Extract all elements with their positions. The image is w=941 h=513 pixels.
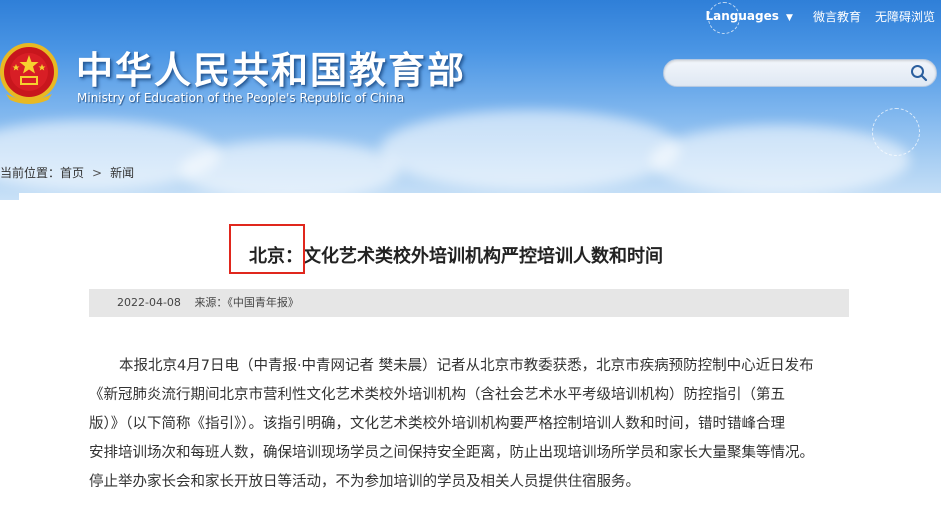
site-title-en: Ministry of Education of the People's Re…	[77, 91, 405, 105]
article-source: 来源：《中国青年报》	[194, 296, 299, 309]
paragraph-line: 版）》（以下简称《指引》）。该指引明确，文化艺术类校外培训机构要严格控制培训人数…	[89, 416, 785, 432]
breadcrumb: 当前位置：首页 > 新闻	[0, 164, 134, 181]
site-title-cn[interactable]: 中华人民共和国教育部	[76, 40, 466, 94]
article-date: 2022-04-08	[117, 296, 181, 309]
article-meta-bar: 2022-04-08 来源：《中国青年报》	[89, 289, 849, 317]
article-headline: 北京：文化艺术类校外培训机构严控培训人数和时间	[249, 242, 663, 268]
breadcrumb-prefix: 当前位置：	[0, 166, 61, 180]
chevron-down-icon: ▼	[786, 13, 793, 23]
paragraph-line: 《新冠肺炎流行期间北京市营利性文化艺术类校外培训机构（含社会艺术水平考级培训机构…	[89, 387, 785, 403]
languages-menu[interactable]: Languages ▼	[705, 9, 793, 23]
breadcrumb-home[interactable]: 首页	[60, 166, 84, 180]
national-emblem-icon[interactable]	[0, 42, 58, 106]
site-header: Languages ▼ 微言教育 无障碍浏览 中华人民共和国教育部 Minist…	[0, 0, 941, 200]
top-links: Languages ▼ 微言教育 无障碍浏览	[705, 7, 941, 25]
breadcrumb-current[interactable]: 新闻	[110, 166, 134, 180]
languages-label: Languages	[705, 9, 779, 23]
highlight-annotation-box	[229, 224, 305, 274]
headline-text: 文化艺术类校外培训机构严控培训人数和时间	[303, 246, 663, 267]
weibo-link[interactable]: 微言教育	[813, 8, 861, 25]
accessibility-link[interactable]: 无障碍浏览	[875, 8, 935, 25]
paragraph-line: 安排培训场次和每班人数，确保培训现场学员之间保持安全距离，防止出现培训场所学员和…	[89, 445, 814, 461]
search-icon[interactable]	[910, 64, 928, 82]
search-input[interactable]	[663, 59, 937, 87]
paragraph-line: 本报北京4月7日电（中青报·中青网记者 樊未晨）记者从北京市教委获悉，北京市疾病…	[119, 358, 814, 374]
article-body: 本报北京4月7日电（中青报·中青网记者 樊未晨）记者从北京市教委获悉，北京市疾病…	[89, 352, 851, 497]
breadcrumb-separator: >	[92, 166, 103, 180]
paragraph-line: 停止举办家长会和家长开放日等活动，不为参加培训的学员及相关人员提供住宿服务。	[89, 474, 640, 490]
